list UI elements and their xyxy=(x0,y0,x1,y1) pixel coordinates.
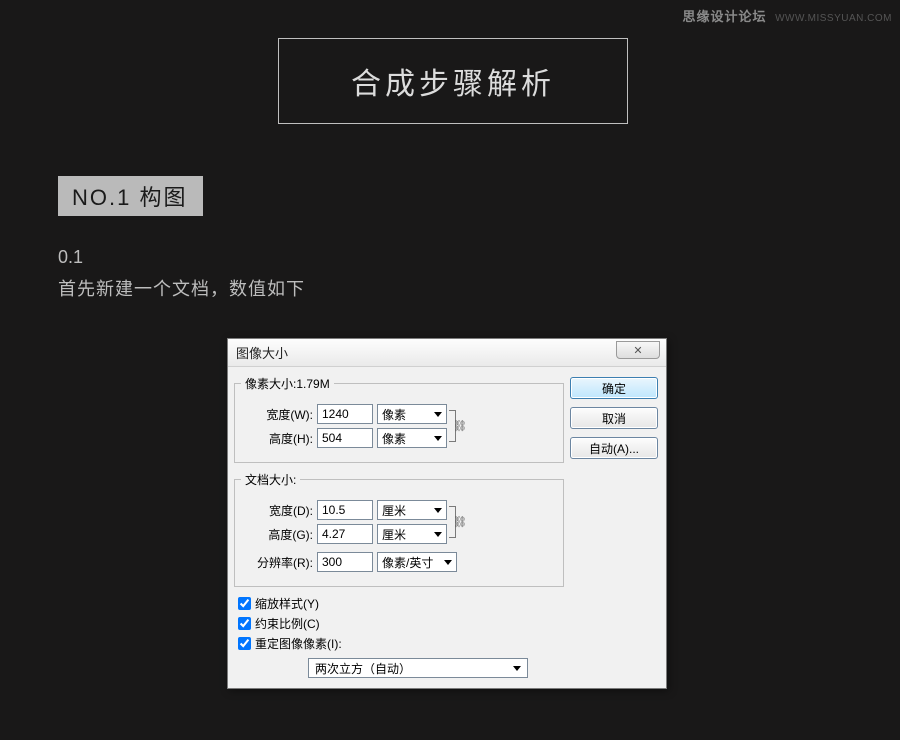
heading-text: 合成步骤解析 xyxy=(351,59,555,103)
doc-height-label: 高度(G): xyxy=(241,526,313,543)
constrain-link-icon: ⛓ xyxy=(449,496,467,548)
watermark-url: WWW.MISSYUAN.COM xyxy=(775,13,892,24)
chevron-down-icon xyxy=(434,508,442,513)
chevron-down-icon xyxy=(513,666,521,671)
resample-method-value: 两次立方（自动） xyxy=(315,660,411,677)
pixel-height-unit: 像素 xyxy=(382,430,406,447)
right-column: 确定 取消 自动(A)... xyxy=(570,375,658,678)
resolution-unit-select[interactable]: 像素/英寸 xyxy=(377,552,457,572)
close-button[interactable]: ✕ xyxy=(616,341,660,359)
doc-width-unit-select[interactable]: 厘米 xyxy=(377,500,447,520)
doc-width-unit: 厘米 xyxy=(382,502,406,519)
pixel-width-input[interactable] xyxy=(317,404,373,424)
doc-legend: 文档大小: xyxy=(241,471,300,488)
titlebar[interactable]: 图像大小 ✕ xyxy=(228,339,666,367)
auto-label: 自动(A)... xyxy=(589,440,639,457)
scale-styles-label: 缩放样式(Y) xyxy=(255,595,319,612)
chain-icon: ⛓ xyxy=(453,516,467,529)
ok-label: 确定 xyxy=(602,380,626,397)
chain-icon: ⛓ xyxy=(453,420,467,433)
close-icon: ✕ xyxy=(633,344,642,357)
substep-number: 0.1 xyxy=(58,247,83,268)
substep-text: 首先新建一个文档，数值如下 xyxy=(58,275,305,301)
constrain-link-icon: ⛓ xyxy=(449,400,467,452)
chevron-down-icon xyxy=(434,532,442,537)
checkbox-group: 缩放样式(Y) 约束比例(C) 重定图像像素(I): xyxy=(238,595,564,652)
doc-width-row: 宽度(D): 厘米 xyxy=(241,500,447,520)
pixel-legend: 像素大小:1.79M xyxy=(241,375,334,392)
resample-method-row: 两次立方（自动） xyxy=(234,658,564,678)
document-size-group: 文档大小: 宽度(D): 厘米 高度(G): xyxy=(234,471,564,587)
cancel-button[interactable]: 取消 xyxy=(570,407,658,429)
auto-button[interactable]: 自动(A)... xyxy=(570,437,658,459)
scale-styles-checkbox[interactable]: 缩放样式(Y) xyxy=(238,595,564,612)
resample-method-select[interactable]: 两次立方（自动） xyxy=(308,658,528,678)
watermark: 思缘设计论坛 WWW.MISSYUAN.COM xyxy=(682,6,892,25)
constrain-proportions-checkbox[interactable]: 约束比例(C) xyxy=(238,615,564,632)
pixel-width-unit-select[interactable]: 像素 xyxy=(377,404,447,424)
heading-box: 合成步骤解析 xyxy=(278,38,628,124)
ok-button[interactable]: 确定 xyxy=(570,377,658,399)
chevron-down-icon xyxy=(434,436,442,441)
scale-styles-input[interactable] xyxy=(238,597,251,610)
constrain-proportions-label: 约束比例(C) xyxy=(255,615,320,632)
resolution-unit: 像素/英寸 xyxy=(382,554,433,571)
pixel-height-input[interactable] xyxy=(317,428,373,448)
step-label: NO.1 构图 xyxy=(58,176,203,216)
left-column: 像素大小:1.79M 宽度(W): 像素 高度(H): xyxy=(234,375,564,678)
pixel-width-row: 宽度(W): 像素 xyxy=(241,404,447,424)
pixel-height-label: 高度(H): xyxy=(241,430,313,447)
dialog-body: 像素大小:1.79M 宽度(W): 像素 高度(H): xyxy=(228,367,666,688)
resample-label: 重定图像像素(I): xyxy=(255,635,342,652)
doc-width-input[interactable] xyxy=(317,500,373,520)
pixel-height-unit-select[interactable]: 像素 xyxy=(377,428,447,448)
pixel-height-row: 高度(H): 像素 xyxy=(241,428,447,448)
resolution-row: 分辨率(R): 像素/英寸 xyxy=(241,552,557,572)
doc-height-unit: 厘米 xyxy=(382,526,406,543)
chevron-down-icon xyxy=(444,560,452,565)
dialog-title: 图像大小 xyxy=(236,343,288,362)
doc-height-unit-select[interactable]: 厘米 xyxy=(377,524,447,544)
resolution-input[interactable] xyxy=(317,552,373,572)
image-size-dialog: 图像大小 ✕ 像素大小:1.79M 宽度(W): 像素 xyxy=(227,338,667,689)
doc-height-input[interactable] xyxy=(317,524,373,544)
doc-height-row: 高度(G): 厘米 xyxy=(241,524,447,544)
resample-checkbox[interactable]: 重定图像像素(I): xyxy=(238,635,564,652)
resample-input[interactable] xyxy=(238,637,251,650)
doc-width-label: 宽度(D): xyxy=(241,502,313,519)
resolution-label: 分辨率(R): xyxy=(241,554,313,571)
pixel-width-unit: 像素 xyxy=(382,406,406,423)
chevron-down-icon xyxy=(434,412,442,417)
watermark-site: 思缘设计论坛 xyxy=(682,9,766,24)
pixel-width-label: 宽度(W): xyxy=(241,406,313,423)
pixel-dimensions-group: 像素大小:1.79M 宽度(W): 像素 高度(H): xyxy=(234,375,564,463)
cancel-label: 取消 xyxy=(602,410,626,427)
constrain-proportions-input[interactable] xyxy=(238,617,251,630)
